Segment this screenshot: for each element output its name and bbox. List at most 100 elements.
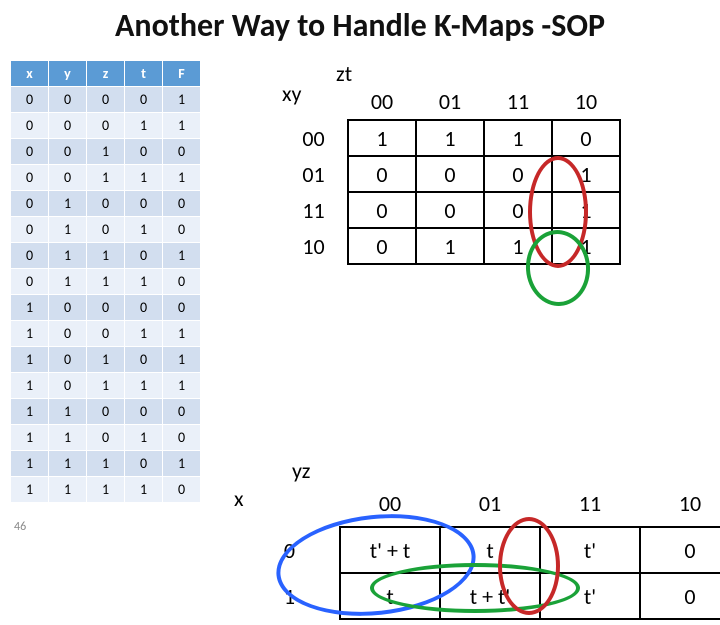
table-row: 10000 xyxy=(11,295,201,321)
k1-c00-00: 1 xyxy=(348,120,416,156)
page-number: 46 xyxy=(14,520,26,534)
table-cell: 1 xyxy=(49,451,87,477)
table-cell: 0 xyxy=(163,425,201,451)
table-cell: 0 xyxy=(125,87,163,113)
table-cell: 0 xyxy=(163,139,201,165)
kmap-zt-xy: zt xy 00 01 11 10 00 1 1 1 0 01 0 0 0 1 … xyxy=(280,84,720,265)
table-cell: 0 xyxy=(125,191,163,217)
table-cell: 1 xyxy=(87,165,125,191)
table-cell: 0 xyxy=(125,295,163,321)
table-cell: 0 xyxy=(87,425,125,451)
table-row: 01010 xyxy=(11,217,201,243)
table-cell: 1 xyxy=(11,399,49,425)
table-cell: 1 xyxy=(49,477,87,503)
table-row: 00001 xyxy=(11,87,201,113)
truth-table: x y z t F 000010001100100001110100001010… xyxy=(10,60,201,503)
table-cell: 0 xyxy=(125,347,163,373)
table-cell: 0 xyxy=(163,477,201,503)
kmap2-leftvars: x xyxy=(234,485,244,512)
table-row: 11000 xyxy=(11,399,201,425)
table-cell: 1 xyxy=(11,477,49,503)
table-cell: 1 xyxy=(49,269,87,295)
table-cell: 0 xyxy=(49,373,87,399)
table-cell: 1 xyxy=(125,217,163,243)
table-cell: 0 xyxy=(87,321,125,347)
table-cell: 0 xyxy=(11,269,49,295)
k1-c00-01: 1 xyxy=(416,120,484,156)
k1-col-01: 01 xyxy=(416,84,484,120)
table-cell: 1 xyxy=(49,425,87,451)
table-cell: 1 xyxy=(11,295,49,321)
slide-title: Another Way to Handle K-Maps -SOP xyxy=(0,6,720,45)
table-cell: 1 xyxy=(87,477,125,503)
table-row: 11110 xyxy=(11,477,201,503)
th-F: F xyxy=(163,61,201,87)
table-cell: 1 xyxy=(163,373,201,399)
table-cell: 0 xyxy=(125,243,163,269)
table-cell: 1 xyxy=(49,399,87,425)
table-cell: 1 xyxy=(11,373,49,399)
table-cell: 0 xyxy=(125,139,163,165)
table-cell: 1 xyxy=(163,243,201,269)
table-cell: 1 xyxy=(125,165,163,191)
k1-c01-00: 0 xyxy=(348,156,416,192)
table-cell: 0 xyxy=(87,399,125,425)
table-cell: 0 xyxy=(163,269,201,295)
table-cell: 1 xyxy=(87,243,125,269)
table-cell: 1 xyxy=(49,243,87,269)
table-cell: 1 xyxy=(125,113,163,139)
table-cell: 0 xyxy=(87,87,125,113)
table-cell: 1 xyxy=(125,269,163,295)
table-cell: 1 xyxy=(163,87,201,113)
k1-row-10: 10 xyxy=(280,228,348,264)
table-row: 11010 xyxy=(11,425,201,451)
table-cell: 1 xyxy=(49,217,87,243)
table-cell: 0 xyxy=(163,217,201,243)
k2-c0-10: 0 xyxy=(640,527,720,573)
th-x: x xyxy=(11,61,49,87)
k2-col-10: 10 xyxy=(640,481,720,527)
table-cell: 0 xyxy=(49,347,87,373)
table-cell: 1 xyxy=(163,165,201,191)
table-cell: 0 xyxy=(49,139,87,165)
table-row: 11101 xyxy=(11,451,201,477)
table-cell: 1 xyxy=(125,425,163,451)
table-cell: 0 xyxy=(11,243,49,269)
table-cell: 1 xyxy=(11,425,49,451)
table-cell: 0 xyxy=(125,399,163,425)
table-cell: 0 xyxy=(49,87,87,113)
table-cell: 1 xyxy=(87,347,125,373)
table-row: 01101 xyxy=(11,243,201,269)
k1-row-01: 01 xyxy=(280,156,348,192)
table-cell: 1 xyxy=(49,191,87,217)
table-cell: 0 xyxy=(87,295,125,321)
table-cell: 1 xyxy=(87,269,125,295)
table-cell: 1 xyxy=(87,451,125,477)
table-cell: 1 xyxy=(11,451,49,477)
table-cell: 1 xyxy=(163,347,201,373)
k1-c00-11: 1 xyxy=(484,120,552,156)
table-cell: 1 xyxy=(125,321,163,347)
table-row: 10111 xyxy=(11,373,201,399)
k2-c1-10: 0 xyxy=(640,573,720,619)
table-row: 10011 xyxy=(11,321,201,347)
k1-col-10: 10 xyxy=(552,84,620,120)
kmap2-topvars: yz xyxy=(292,457,310,484)
kmap1-leftvars: xy xyxy=(282,80,302,107)
table-cell: 0 xyxy=(163,399,201,425)
table-cell: 1 xyxy=(163,451,201,477)
table-row: 01110 xyxy=(11,269,201,295)
kmap-yz-x: yz x 00 01 11 10 0 t' + t t t' 0 1 t t +… xyxy=(240,481,720,620)
k1-c10-01: 1 xyxy=(416,228,484,264)
table-cell: 0 xyxy=(49,321,87,347)
table-cell: 0 xyxy=(87,113,125,139)
table-cell: 0 xyxy=(11,217,49,243)
k1-row-11: 11 xyxy=(280,192,348,228)
table-cell: 0 xyxy=(11,165,49,191)
table-cell: 0 xyxy=(163,295,201,321)
table-cell: 0 xyxy=(11,113,49,139)
table-cell: 0 xyxy=(87,217,125,243)
table-cell: 1 xyxy=(87,139,125,165)
table-cell: 0 xyxy=(163,191,201,217)
kmap1-topvars: zt xyxy=(336,60,352,87)
